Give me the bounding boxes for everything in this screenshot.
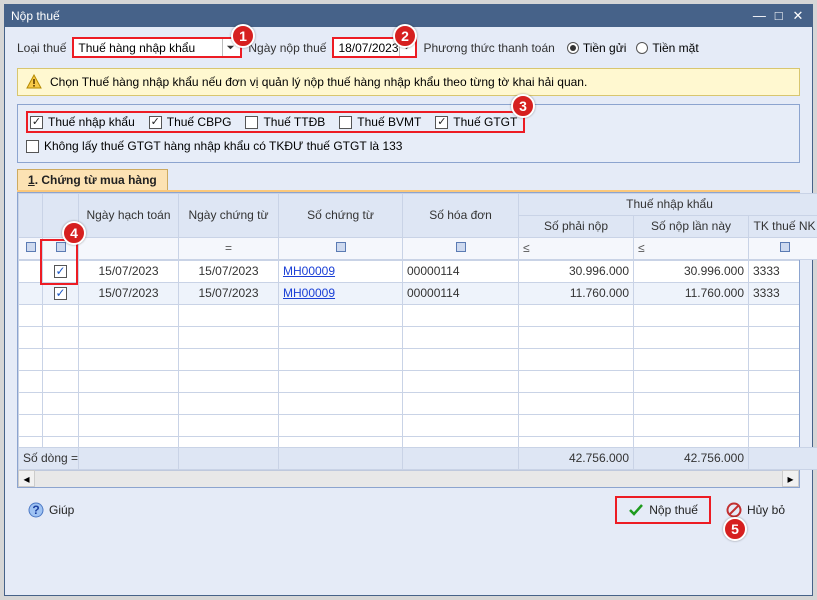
grid-header-table: Ngày hạch toán Ngày chứng từ Số chứng từ… <box>18 193 817 260</box>
check-icon <box>628 502 644 518</box>
documents-grid: Ngày hạch toán Ngày chứng từ Số chứng từ… <box>17 192 800 488</box>
help-icon: ? <box>28 502 44 518</box>
grid-footer-table: Số dòng = 2 42.756.000 42.756.000 <box>18 447 817 470</box>
payment-method-radio-group: Tiền gửi Tiền mặt <box>567 41 699 55</box>
col-payable[interactable]: Số phải nộp <box>519 215 634 237</box>
minimize-button[interactable]: — <box>751 9 767 23</box>
col-posting-date[interactable]: Ngày hạch toán <box>79 193 179 237</box>
checkbox-bvmt-tax[interactable]: Thuế BVMT <box>339 115 421 129</box>
step-badge-5: 5 <box>723 517 747 541</box>
radio-wire-transfer[interactable]: Tiền gửi <box>567 41 627 55</box>
close-button[interactable]: ✕ <box>790 9 806 23</box>
step-badge-3: 3 <box>511 94 535 118</box>
horizontal-scrollbar[interactable]: ◂ ▸ <box>18 470 799 487</box>
payment-date-value: 18/07/2023 <box>338 41 398 55</box>
radio-cash-label: Tiền mặt <box>652 41 698 55</box>
row-checkbox[interactable]: ✓ <box>54 265 67 278</box>
col-pay-now[interactable]: Số nộp lần này <box>634 215 749 237</box>
table-row[interactable] <box>19 304 800 326</box>
tax-type-value: Thuế hàng nhập khẩu <box>78 41 195 55</box>
tab-strip: 1. Chứng từ mua hàng <box>17 169 800 192</box>
table-row[interactable] <box>19 370 800 392</box>
svg-text:?: ? <box>32 503 39 517</box>
doc-link[interactable]: MH00009 <box>283 264 335 278</box>
col-doc-date[interactable]: Ngày chứng từ <box>179 193 279 237</box>
cancel-icon <box>726 502 742 518</box>
table-row[interactable] <box>19 436 800 447</box>
action-bar: ? Giúp Nộp thuế Hủy bỏ <box>17 488 800 528</box>
checkbox-icon <box>435 116 448 129</box>
checkbox-import-tax[interactable]: Thuế nhập khẩu <box>30 115 135 129</box>
radio-wire-label: Tiền gửi <box>583 41 627 55</box>
table-row[interactable]: ✓ 15/07/2023 15/07/2023 MH00009 00000114… <box>19 260 800 282</box>
window-title: Nộp thuế <box>11 9 60 23</box>
col-tax-account[interactable]: TK thuế NK <box>749 215 817 237</box>
radio-cash[interactable]: Tiền mặt <box>636 41 698 55</box>
step-badge-4: 4 <box>62 221 86 245</box>
checkbox-icon <box>26 140 39 153</box>
step-badge-2: 2 <box>393 24 417 48</box>
tax-type-select[interactable]: Thuế hàng nhập khẩu <box>72 37 242 58</box>
col-doc-no[interactable]: Số chứng từ <box>279 193 403 237</box>
col-row-selector <box>19 193 43 237</box>
checkbox-icon <box>245 116 258 129</box>
maximize-button[interactable]: □ <box>771 9 787 23</box>
radio-icon <box>567 42 579 54</box>
checkbox-ttdb-tax[interactable]: Thuế TTĐB <box>245 115 325 129</box>
tax-options-panel: Thuế nhập khẩu Thuế CBPG Thuế TTĐB Thuế … <box>17 104 800 163</box>
col-invoice-no[interactable]: Số hóa đơn <box>403 193 519 237</box>
table-row[interactable]: ✓ 15/07/2023 15/07/2023 MH00009 00000114… <box>19 282 800 304</box>
checkbox-icon <box>149 116 162 129</box>
warning-icon <box>26 74 42 90</box>
info-text: Chọn Thuế hàng nhập khẩu nếu đơn vị quản… <box>50 75 587 89</box>
tab-purchase-docs[interactable]: 1. Chứng từ mua hàng <box>17 169 168 190</box>
checkbox-gtgt-tax[interactable]: Thuế GTGT <box>435 115 517 129</box>
radio-icon <box>636 42 648 54</box>
table-row[interactable] <box>19 414 800 436</box>
row-checkbox[interactable]: ✓ <box>54 287 67 300</box>
table-row[interactable] <box>19 392 800 414</box>
payment-method-label: Phương thức thanh toán <box>423 41 554 55</box>
window-controls: — □ ✕ <box>751 9 806 23</box>
step-badge-1: 1 <box>231 24 255 48</box>
sum-payable: 42.756.000 <box>519 447 634 469</box>
submit-tax-button[interactable]: Nộp thuế <box>619 498 707 522</box>
scroll-right-icon[interactable]: ▸ <box>782 470 799 487</box>
grid-body-table: ✓ 15/07/2023 15/07/2023 MH00009 00000114… <box>18 260 799 447</box>
table-row[interactable] <box>19 326 800 348</box>
tax-payment-window: Nộp thuế — □ ✕ 1 2 3 4 5 Loại thuế Thuế … <box>4 4 813 596</box>
table-row[interactable] <box>19 348 800 370</box>
doc-link[interactable]: MH00009 <box>283 286 335 300</box>
checkbox-cbpg-tax[interactable]: Thuế CBPG <box>149 115 232 129</box>
help-button[interactable]: ? Giúp <box>19 498 83 522</box>
tax-checkbox-row: Thuế nhập khẩu Thuế CBPG Thuế TTĐB Thuế … <box>26 111 525 133</box>
info-bar: Chọn Thuế hàng nhập khẩu nếu đơn vị quản… <box>17 68 800 96</box>
checkbox-icon <box>339 116 352 129</box>
tax-type-label: Loại thuế <box>17 41 66 55</box>
sum-pay-now: 42.756.000 <box>634 447 749 469</box>
filter-row[interactable]: = ≤ ≤ <box>19 237 817 259</box>
payment-date-label: Ngày nộp thuế <box>248 41 326 55</box>
checkbox-exclude-gtgt-133[interactable]: Không lấy thuế GTGT hàng nhập khẩu có TK… <box>26 139 402 153</box>
checkbox-icon <box>30 116 43 129</box>
row-count: Số dòng = 2 <box>19 447 79 469</box>
col-group-import-tax: Thuế nhập khẩu <box>519 193 817 215</box>
scroll-left-icon[interactable]: ◂ <box>18 470 35 487</box>
